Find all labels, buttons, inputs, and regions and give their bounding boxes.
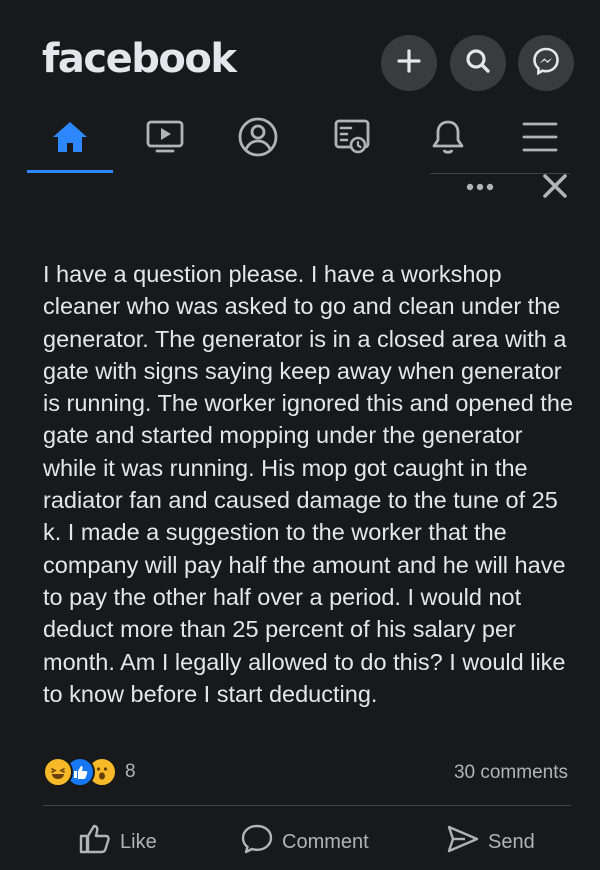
post-divider: [43, 805, 571, 806]
reaction-count: 8: [125, 761, 136, 782]
menu-icon: [521, 120, 559, 159]
video-icon: [145, 119, 185, 160]
messenger-icon: [531, 46, 561, 81]
plus-icon: [396, 48, 422, 79]
facebook-logo[interactable]: facebook: [42, 36, 237, 82]
more-dots-icon[interactable]: [466, 176, 494, 192]
top-bar: facebook: [0, 0, 600, 100]
nav-menu[interactable]: [510, 114, 570, 164]
send-icon: [446, 823, 480, 861]
thumbs-up-icon: [78, 823, 112, 861]
search-icon: [464, 47, 492, 80]
search-button[interactable]: [450, 35, 506, 91]
nav-notifications[interactable]: [418, 114, 478, 164]
main-nav: [0, 100, 600, 180]
reactions-summary[interactable]: 8: [43, 757, 136, 787]
like-label: Like: [120, 830, 157, 853]
messenger-button[interactable]: [518, 35, 574, 91]
comment-button[interactable]: Comment: [240, 823, 369, 861]
comment-icon: [240, 823, 274, 861]
close-icon[interactable]: [541, 172, 569, 205]
like-button[interactable]: Like: [78, 823, 157, 861]
notifications-icon: [429, 117, 467, 162]
nav-video[interactable]: [135, 114, 195, 164]
create-button[interactable]: [381, 35, 437, 91]
nav-home[interactable]: [40, 114, 100, 164]
comment-label: Comment: [282, 830, 369, 853]
send-button[interactable]: Send: [446, 823, 535, 861]
comments-count[interactable]: 30 comments: [454, 762, 568, 784]
profile-icon: [237, 116, 279, 163]
nav-profile[interactable]: [228, 114, 288, 164]
post-action-bar: Like Comment Send: [0, 815, 600, 870]
post-text: I have a question please. I have a works…: [43, 261, 573, 707]
home-icon: [50, 119, 90, 160]
send-label: Send: [488, 830, 535, 853]
marketplace-icon: [332, 117, 372, 162]
haha-icon: [43, 757, 73, 787]
nav-marketplace[interactable]: [322, 114, 382, 164]
post-header-actions: [0, 170, 600, 206]
